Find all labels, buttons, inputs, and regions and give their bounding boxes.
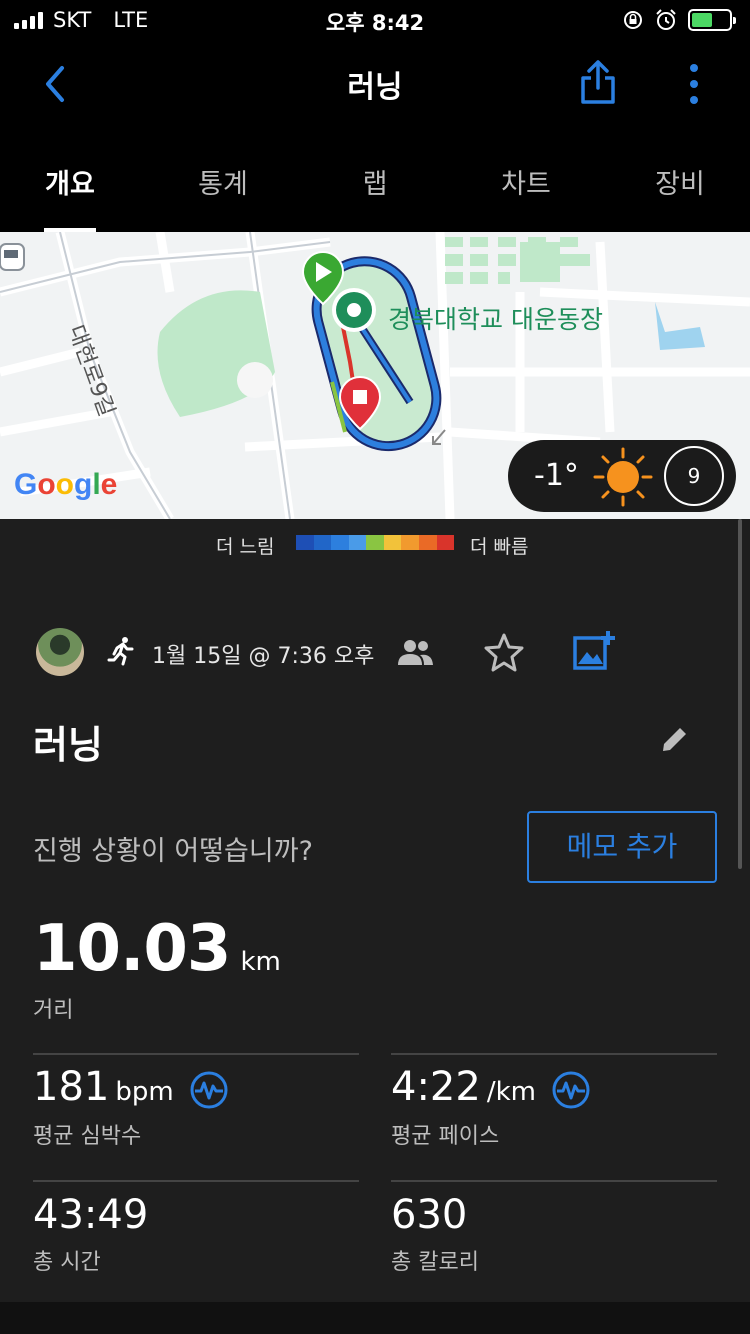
activity-name: 러닝 [33,723,103,767]
distance-label: 거리 [33,998,74,1023]
running-icon [107,637,134,666]
distance-value: 10.03 [33,912,231,986]
status-bar: SKT LTE 오후 8:42 [0,0,750,40]
tab-stats[interactable]: 통계 [163,162,283,201]
activity-date: 1월 15일 @ 7:36 오후 [152,644,375,669]
tab-charts[interactable]: 차트 [466,162,586,201]
avatar[interactable] [36,628,84,676]
nav-bar: 러닝 [0,40,750,132]
avg-pace-label: 평균 페이스 [391,1124,500,1149]
google-logo: Google [14,468,118,501]
distance-stat: 10.03 km [33,912,281,986]
edit-icon[interactable] [660,724,690,754]
more-options-icon[interactable] [682,62,706,106]
tab-gear[interactable]: 장비 [620,162,740,201]
calories-value: 630 [391,1192,468,1238]
legend-color-swatch [366,535,384,550]
total-time-stat: 43:49 [33,1192,148,1238]
legend-color-bar [296,535,455,550]
battery-icon [688,9,736,31]
alarm-icon [656,9,676,30]
people-icon[interactable] [398,638,434,666]
legend-slower: 더 느림 [216,536,275,558]
legend-color-swatch [418,535,437,550]
tab-overview[interactable]: 개요 [10,162,130,201]
legend-color-swatch [383,535,402,550]
avg-pace-value: 4:22 [391,1064,481,1110]
avg-hr-stat[interactable]: 181 bpm [33,1064,229,1116]
legend-color-swatch [296,535,314,550]
add-memo-button[interactable]: 메모 추가 [527,811,717,883]
weather-widget[interactable]: -1° 9 [508,440,736,512]
divider [33,1053,359,1055]
avg-hr-value: 181 [33,1064,110,1110]
calories-label: 총 칼로리 [391,1250,479,1275]
temperature: -1° [534,458,579,493]
tab-bar: 개요 통계 랩 차트 장비 [0,132,750,232]
calories-stat: 630 [391,1192,467,1238]
total-time-label: 총 시간 [33,1250,101,1275]
avg-hr-label: 평균 심박수 [33,1124,142,1149]
tab-laps[interactable]: 랩 [315,162,435,201]
rotation-lock-icon [624,11,642,29]
divider [33,1180,359,1182]
legend-faster: 더 빠름 [470,536,529,558]
legend-color-swatch [331,535,349,550]
legend-color-swatch [313,535,332,550]
avg-pace-stat[interactable]: 4:22/km [391,1064,591,1116]
pace-graph-icon [552,1071,590,1108]
avg-hr-unit: bpm [115,1077,174,1107]
map-poi-label: 경북대학교 대운동장 [388,305,603,334]
pace-legend: 더 느림 더 빠름 [0,519,750,569]
page-title: 러닝 [347,70,403,105]
divider [391,1180,717,1182]
route-map[interactable]: 경북대학교 대운동장 대현로9길 Google -1° 9 [0,232,750,519]
progress-prompt: 진행 상황이 어떻습니까? [33,836,313,867]
legend-color-swatch [401,535,419,550]
total-time-value: 43:49 [33,1192,149,1238]
scrollbar[interactable] [738,519,742,869]
bottom-strip [0,1302,750,1334]
share-icon[interactable] [578,58,618,106]
avg-pace-unit: /km [486,1077,536,1107]
heart-rate-icon [190,1071,228,1108]
add-photo-icon[interactable] [572,630,616,670]
legend-color-swatch [348,535,367,550]
star-icon[interactable] [484,632,524,672]
wind-speed: 9 [664,446,724,506]
legend-color-swatch [436,535,455,550]
divider [391,1053,717,1055]
distance-unit: km [240,947,281,977]
sunny-icon [593,447,653,507]
